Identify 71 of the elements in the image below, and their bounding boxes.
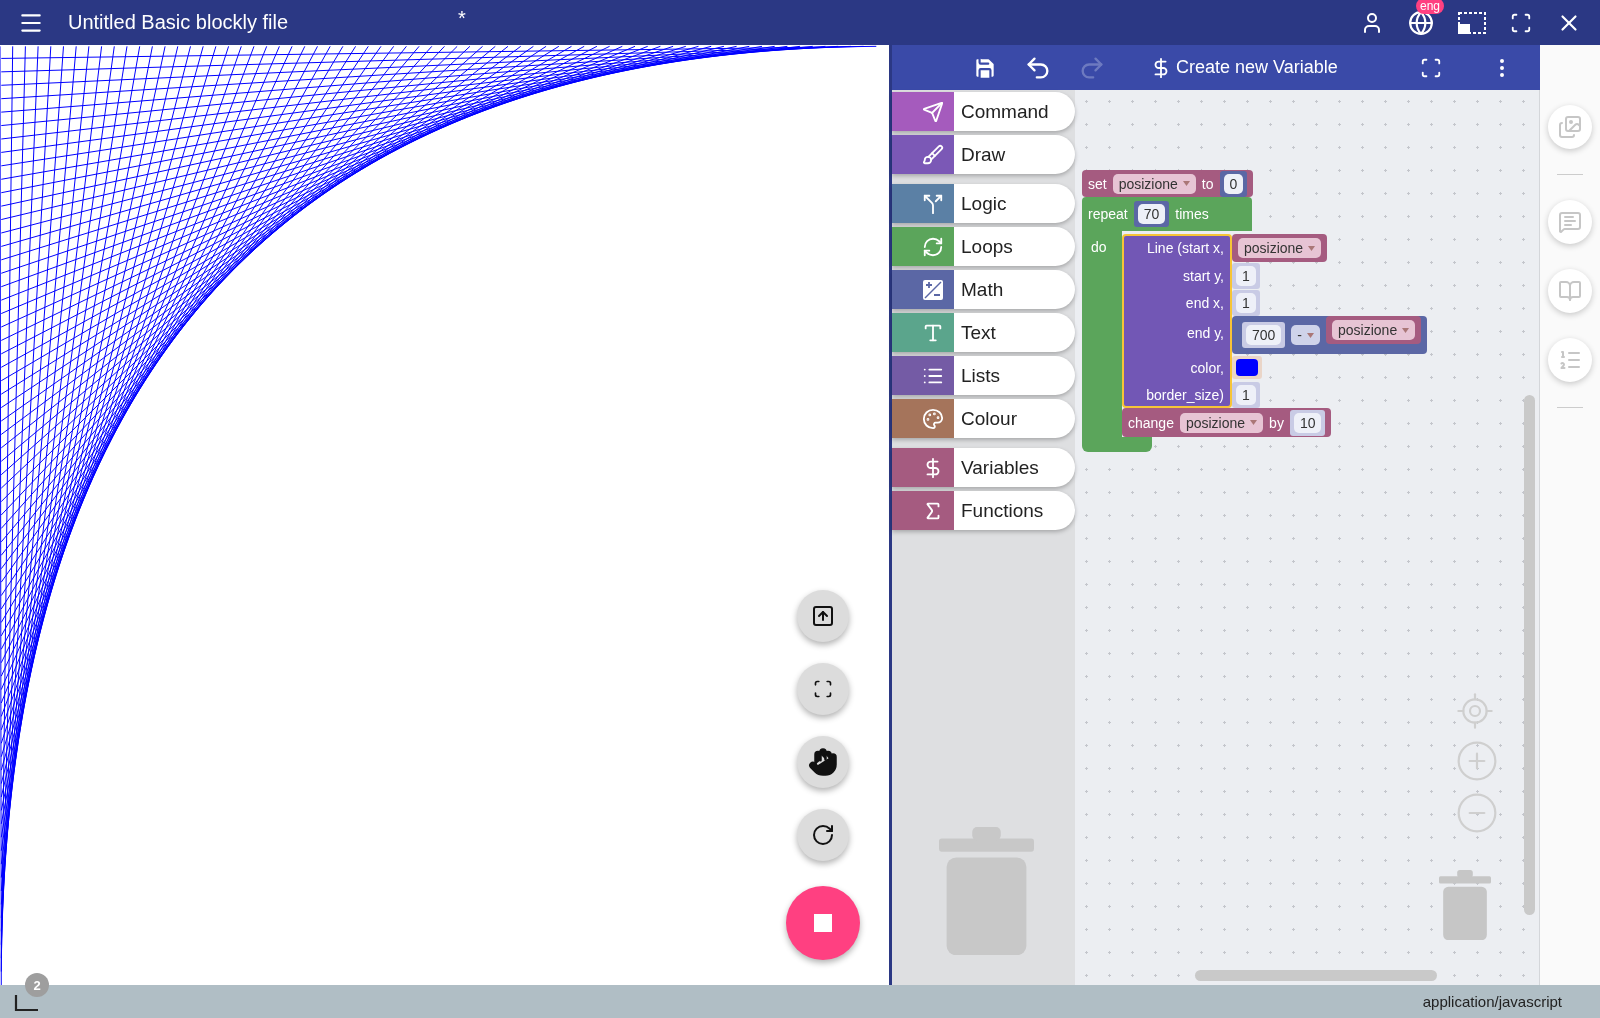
- brush-icon: [922, 143, 944, 166]
- horizontal-scrollbar[interactable]: [1195, 970, 1437, 981]
- create-variable-button[interactable]: Create new Variable: [1144, 55, 1344, 80]
- line-block[interactable]: [1122, 234, 1232, 408]
- change-block[interactable]: change posizione by 10: [1122, 408, 1332, 437]
- toolbox-category[interactable]: Variables: [892, 448, 1075, 487]
- mime-type-label: application/javascript: [1422, 993, 1562, 1010]
- block-label: to: [1201, 175, 1214, 192]
- hand-button[interactable]: [797, 736, 849, 788]
- refresh-icon: [922, 235, 944, 258]
- palette-icon: [922, 407, 944, 430]
- arithmetic-block[interactable]: 700 - posizione: [1232, 316, 1428, 354]
- fullscreen-button[interactable]: [797, 663, 849, 715]
- variable-dropdown[interactable]: posizione: [1112, 173, 1196, 194]
- operator-dropdown[interactable]: -: [1291, 325, 1321, 345]
- block-label: repeat: [1088, 206, 1128, 222]
- images-icon: [1558, 115, 1582, 139]
- numbered-list-icon: [1558, 348, 1582, 372]
- variable-dropdown[interactable]: posizione: [1238, 238, 1322, 258]
- export-button[interactable]: [797, 590, 849, 642]
- block-label: set: [1088, 175, 1107, 192]
- comment-icon: [1558, 210, 1582, 234]
- block-label: do: [1091, 239, 1107, 255]
- variable-block[interactable]: posizione: [1326, 316, 1422, 344]
- block-label: Line (start x,: [1145, 239, 1225, 256]
- set-block[interactable]: set posizione to 0: [1082, 170, 1254, 197]
- toolbox-category[interactable]: Colour: [892, 399, 1075, 438]
- toolbox-category[interactable]: Logic: [892, 184, 1075, 223]
- dropdown-caret-icon: [1182, 181, 1190, 186]
- screen-region-button[interactable]: [1458, 10, 1486, 35]
- toolbox-category[interactable]: Command: [892, 92, 1075, 131]
- send-icon: [922, 100, 944, 123]
- variable-dropdown[interactable]: posizione: [1179, 412, 1264, 433]
- notification-badge: 2: [25, 973, 49, 997]
- toolbox-category[interactable]: Functions: [892, 491, 1075, 530]
- plus-minus-icon: [922, 278, 944, 301]
- toolbox-category[interactable]: Lists: [892, 356, 1075, 395]
- variable-block[interactable]: posizione: [1232, 234, 1328, 262]
- toolbox-category[interactable]: Text: [892, 313, 1075, 352]
- block-label: border_size): [1145, 386, 1225, 403]
- upload-icon: [811, 604, 835, 628]
- refresh-icon: [811, 823, 835, 847]
- reload-button[interactable]: [797, 809, 849, 861]
- dropdown-caret-icon: [1307, 332, 1315, 338]
- screen-region-icon: [1458, 10, 1486, 35]
- variable-dropdown[interactable]: posizione: [1332, 320, 1416, 340]
- dropdown-caret-icon: [1402, 327, 1410, 333]
- dropdown-caret-icon: [1250, 420, 1258, 425]
- dropdown-caret-icon: [1308, 245, 1316, 251]
- file-title: Untitled Basic blockly file: [68, 11, 290, 34]
- vertical-scrollbar[interactable]: [1524, 395, 1535, 915]
- fork-icon: [922, 192, 944, 215]
- stop-icon: [814, 914, 832, 932]
- block-label: start y,: [1182, 267, 1225, 284]
- hand-icon: [808, 747, 838, 777]
- repeat-block[interactable]: repeat 70 times: [1082, 197, 1252, 231]
- book-icon: [1558, 279, 1582, 303]
- toolbox-category[interactable]: Math: [892, 270, 1075, 309]
- stop-button[interactable]: [786, 886, 860, 960]
- block-label: color,: [1189, 359, 1225, 376]
- fullscreen-icon[interactable]: [1510, 11, 1532, 34]
- block-label: by: [1269, 414, 1284, 431]
- block-label: change: [1128, 414, 1174, 431]
- fullscreen-icon: [813, 679, 833, 699]
- unsaved-marker: *: [458, 7, 466, 30]
- block-label: end x,: [1184, 294, 1225, 311]
- block-label: end y,: [1185, 324, 1225, 341]
- toolbox-category[interactable]: Loops: [892, 227, 1075, 266]
- toolbox-category[interactable]: Draw: [892, 135, 1075, 174]
- block-label: times: [1175, 206, 1209, 222]
- language-badge: eng: [1416, 0, 1445, 14]
